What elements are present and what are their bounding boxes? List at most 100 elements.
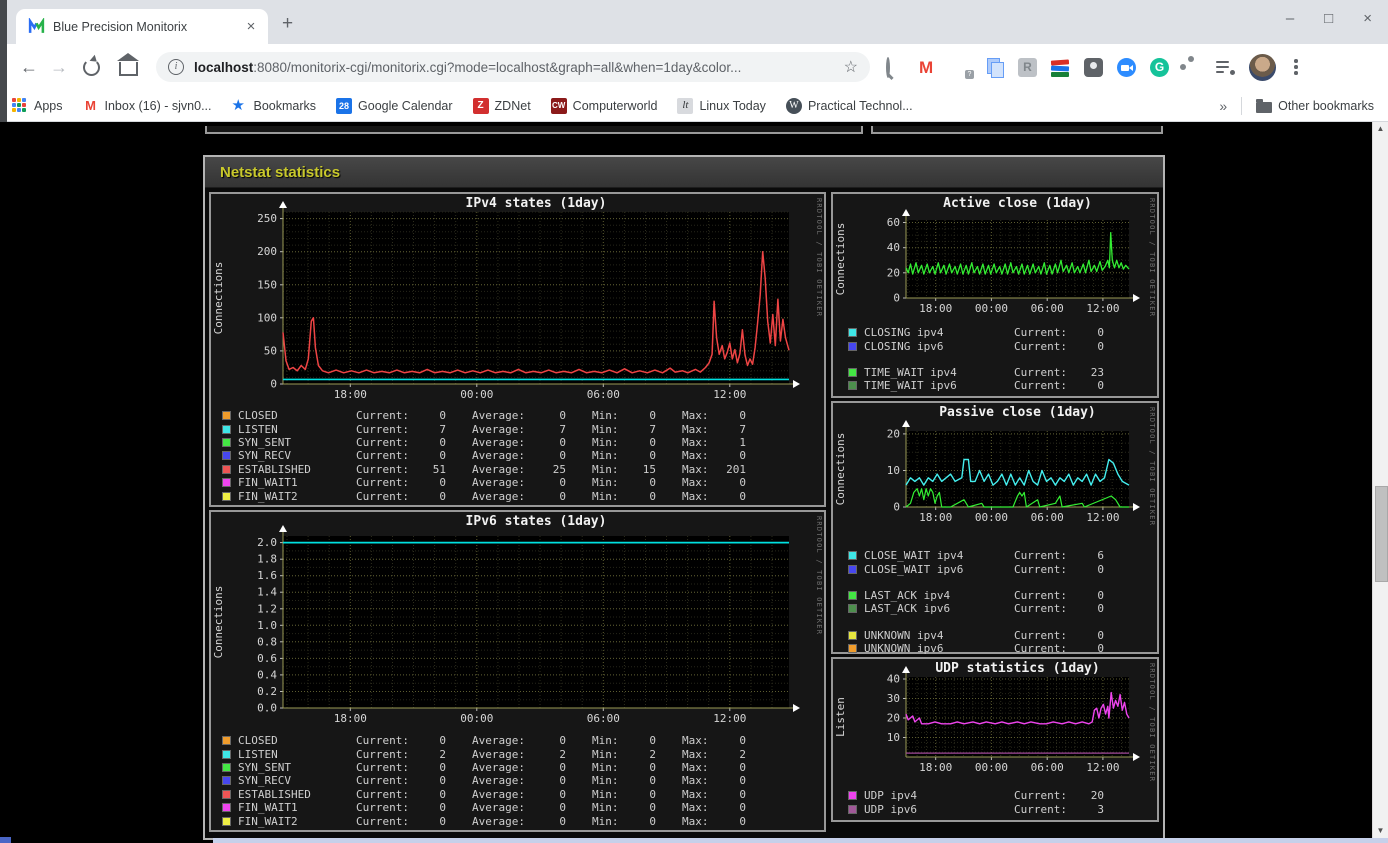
legend-stat-label: Min: — [592, 449, 619, 463]
legend-swatch — [848, 551, 857, 561]
chat-extension-icon[interactable]: ? — [952, 58, 974, 79]
section-header: Netstat statistics — [205, 157, 1163, 188]
legend-swatch — [848, 564, 857, 574]
ipv6-states-graph-box: 0.0 0.2 0.4 0.6 0.8 1.0 1.2 1.4 1.6 1.8 2.0 18:00 00… — [209, 510, 826, 832]
legend-stat-label: Max: — [682, 435, 709, 449]
legend-swatch — [222, 762, 231, 772]
legend-stat-value: 0 — [649, 787, 656, 801]
legend-row: LAST_ACK ipv6 Current: 0 — [848, 602, 1157, 615]
y-axis-label: Connections — [834, 223, 847, 296]
magnifier-glyph — [886, 56, 890, 78]
legend-stat-label: Max: — [682, 476, 709, 490]
address-bar[interactable]: i localhost:8080/monitorix-cgi/monitorix… — [156, 52, 870, 82]
bookmark-inbox[interactable]: M Inbox (16) - sjvn0... — [83, 98, 211, 114]
screenshot-extension-icon[interactable] — [1084, 57, 1103, 77]
y-tick-label: 1.6 — [257, 569, 277, 582]
legend-stat-value: 0 — [649, 734, 656, 748]
x-axis-arrow — [793, 380, 800, 388]
copy-pages-icon[interactable] — [985, 57, 1004, 78]
new-tab-button[interactable]: + — [282, 13, 293, 35]
chat-badge: ? — [965, 69, 974, 79]
minimize-icon[interactable]: – — [1286, 10, 1294, 27]
x-tick-label: 12:00 — [1086, 761, 1119, 774]
legend-stat-label: Current: — [356, 760, 409, 774]
extensions-puzzle-icon[interactable] — [1183, 58, 1202, 77]
browser-tab[interactable]: Blue Precision Monitorix × — [16, 9, 268, 44]
bookmark-star-icon[interactable]: ☆ — [844, 57, 858, 77]
reader-extension-icon[interactable]: R — [1018, 57, 1037, 77]
zoom-meeting-icon[interactable] — [1117, 57, 1136, 77]
legend-stat-label: Current: — [1014, 789, 1067, 803]
search-icon[interactable] — [886, 56, 905, 78]
y-tick-label: 1.0 — [257, 619, 277, 632]
back-icon[interactable]: ← — [14, 57, 44, 78]
bookmark-zdnet[interactable]: Z ZDNet — [472, 97, 531, 114]
bookmarks-overflow-chevron[interactable]: » — [1219, 98, 1227, 114]
bookmark-bookmarks[interactable]: ★ Bookmarks — [231, 96, 317, 114]
y-axis-arrow — [902, 420, 910, 427]
scrollbar-thumb[interactable] — [1375, 486, 1388, 582]
legend-swatch — [222, 776, 231, 786]
y-axis-arrow — [902, 666, 910, 673]
plot-background — [283, 536, 789, 708]
legend-stat-value: 0 — [439, 476, 446, 490]
divider — [1241, 96, 1243, 115]
legend-name: UNKNOWN ipv6 — [864, 642, 944, 656]
legend-row: LISTEN Current: 2 Average: 2 Min: 2 Max: 2 — [222, 747, 824, 761]
url-text[interactable]: localhost:8080/monitorix-cgi/monitorix.c… — [194, 60, 844, 75]
legend-stat-value: 2 — [739, 747, 746, 761]
legend-stat-value: 0 — [439, 760, 446, 774]
legend-stat-label: Current: — [1014, 562, 1067, 576]
bookmark-label: ZDNet — [494, 98, 531, 113]
close-icon[interactable]: × — [1363, 10, 1372, 27]
udp-statistics-chart: 10 20 30 40 18:00 00:00 06:00 12:00 UDP statisti… — [834, 661, 1140, 774]
legend-stat-value: 23 — [1090, 365, 1104, 379]
tab-close-icon[interactable]: × — [242, 18, 260, 35]
maximize-icon[interactable]: □ — [1324, 10, 1333, 27]
home-icon[interactable] — [117, 53, 139, 76]
legend-stat-value: 0 — [649, 814, 656, 828]
legend-stat-value: 0 — [1097, 642, 1104, 656]
bookmark-linux-today[interactable]: lt Linux Today — [677, 97, 766, 114]
legend-row: CLOSING ipv4 Current: 0 — [848, 326, 1157, 339]
bookmark-apps[interactable]: Apps — [12, 97, 63, 114]
playlist-icon[interactable] — [1216, 58, 1235, 77]
legend-stat-value: 0 — [439, 787, 446, 801]
grammarly-icon[interactable]: G — [1150, 57, 1169, 77]
ipv6-states-chart: 0.0 0.2 0.4 0.6 0.8 1.0 1.2 1.4 1.6 1.8 2.0 18:00 00… — [212, 514, 800, 725]
legend-stat-value: 2 — [649, 747, 656, 761]
folder-icon — [1256, 98, 1273, 113]
star-icon: ★ — [231, 96, 245, 114]
legend-stat-value: 0 — [649, 449, 656, 463]
legend-swatch — [848, 590, 857, 600]
legend-stat-label: Min: — [592, 801, 619, 815]
profile-avatar[interactable] — [1249, 53, 1276, 81]
bookmark-computerworld[interactable]: CW Computerworld — [550, 97, 657, 114]
legend-stat-label: Min: — [592, 462, 619, 476]
books-extension-icon[interactable] — [1050, 58, 1070, 77]
legend-stat-value: 0 — [649, 774, 656, 788]
reload-icon[interactable] — [83, 58, 100, 76]
y-tick-label: 100 — [257, 311, 277, 324]
playlist-line — [1216, 60, 1229, 63]
legend-swatch — [222, 411, 231, 421]
gmail-icon[interactable]: M — [919, 58, 938, 77]
bookmark-google-calendar[interactable]: 28 Google Calendar — [336, 97, 453, 114]
page-info-icon[interactable]: i — [168, 59, 184, 75]
other-bookmarks[interactable]: Other bookmarks — [1256, 98, 1374, 113]
legend-stat-value: 0 — [739, 760, 746, 774]
menu-kebab-icon[interactable] — [1294, 65, 1298, 69]
y-tick-label: 60 — [887, 216, 900, 229]
vertical-scrollbar[interactable]: ▲ ▼ — [1372, 122, 1388, 838]
x-tick-label: 18:00 — [919, 302, 952, 315]
legend-stat-label: Current: — [356, 449, 409, 463]
bookmark-practical-technology[interactable]: W Practical Technol... — [785, 97, 913, 114]
legend-stat-value: 0 — [649, 476, 656, 490]
scroll-down-icon[interactable]: ▼ — [1373, 824, 1388, 838]
legend-stat-value: 0 — [739, 449, 746, 463]
legend-stat-label: Average: — [472, 787, 525, 801]
scroll-up-icon[interactable]: ▲ — [1373, 122, 1388, 136]
y-tick-label: 40 — [887, 241, 900, 254]
legend-name: SYN_RECV — [238, 449, 291, 463]
y-tick-label: 150 — [257, 278, 277, 291]
